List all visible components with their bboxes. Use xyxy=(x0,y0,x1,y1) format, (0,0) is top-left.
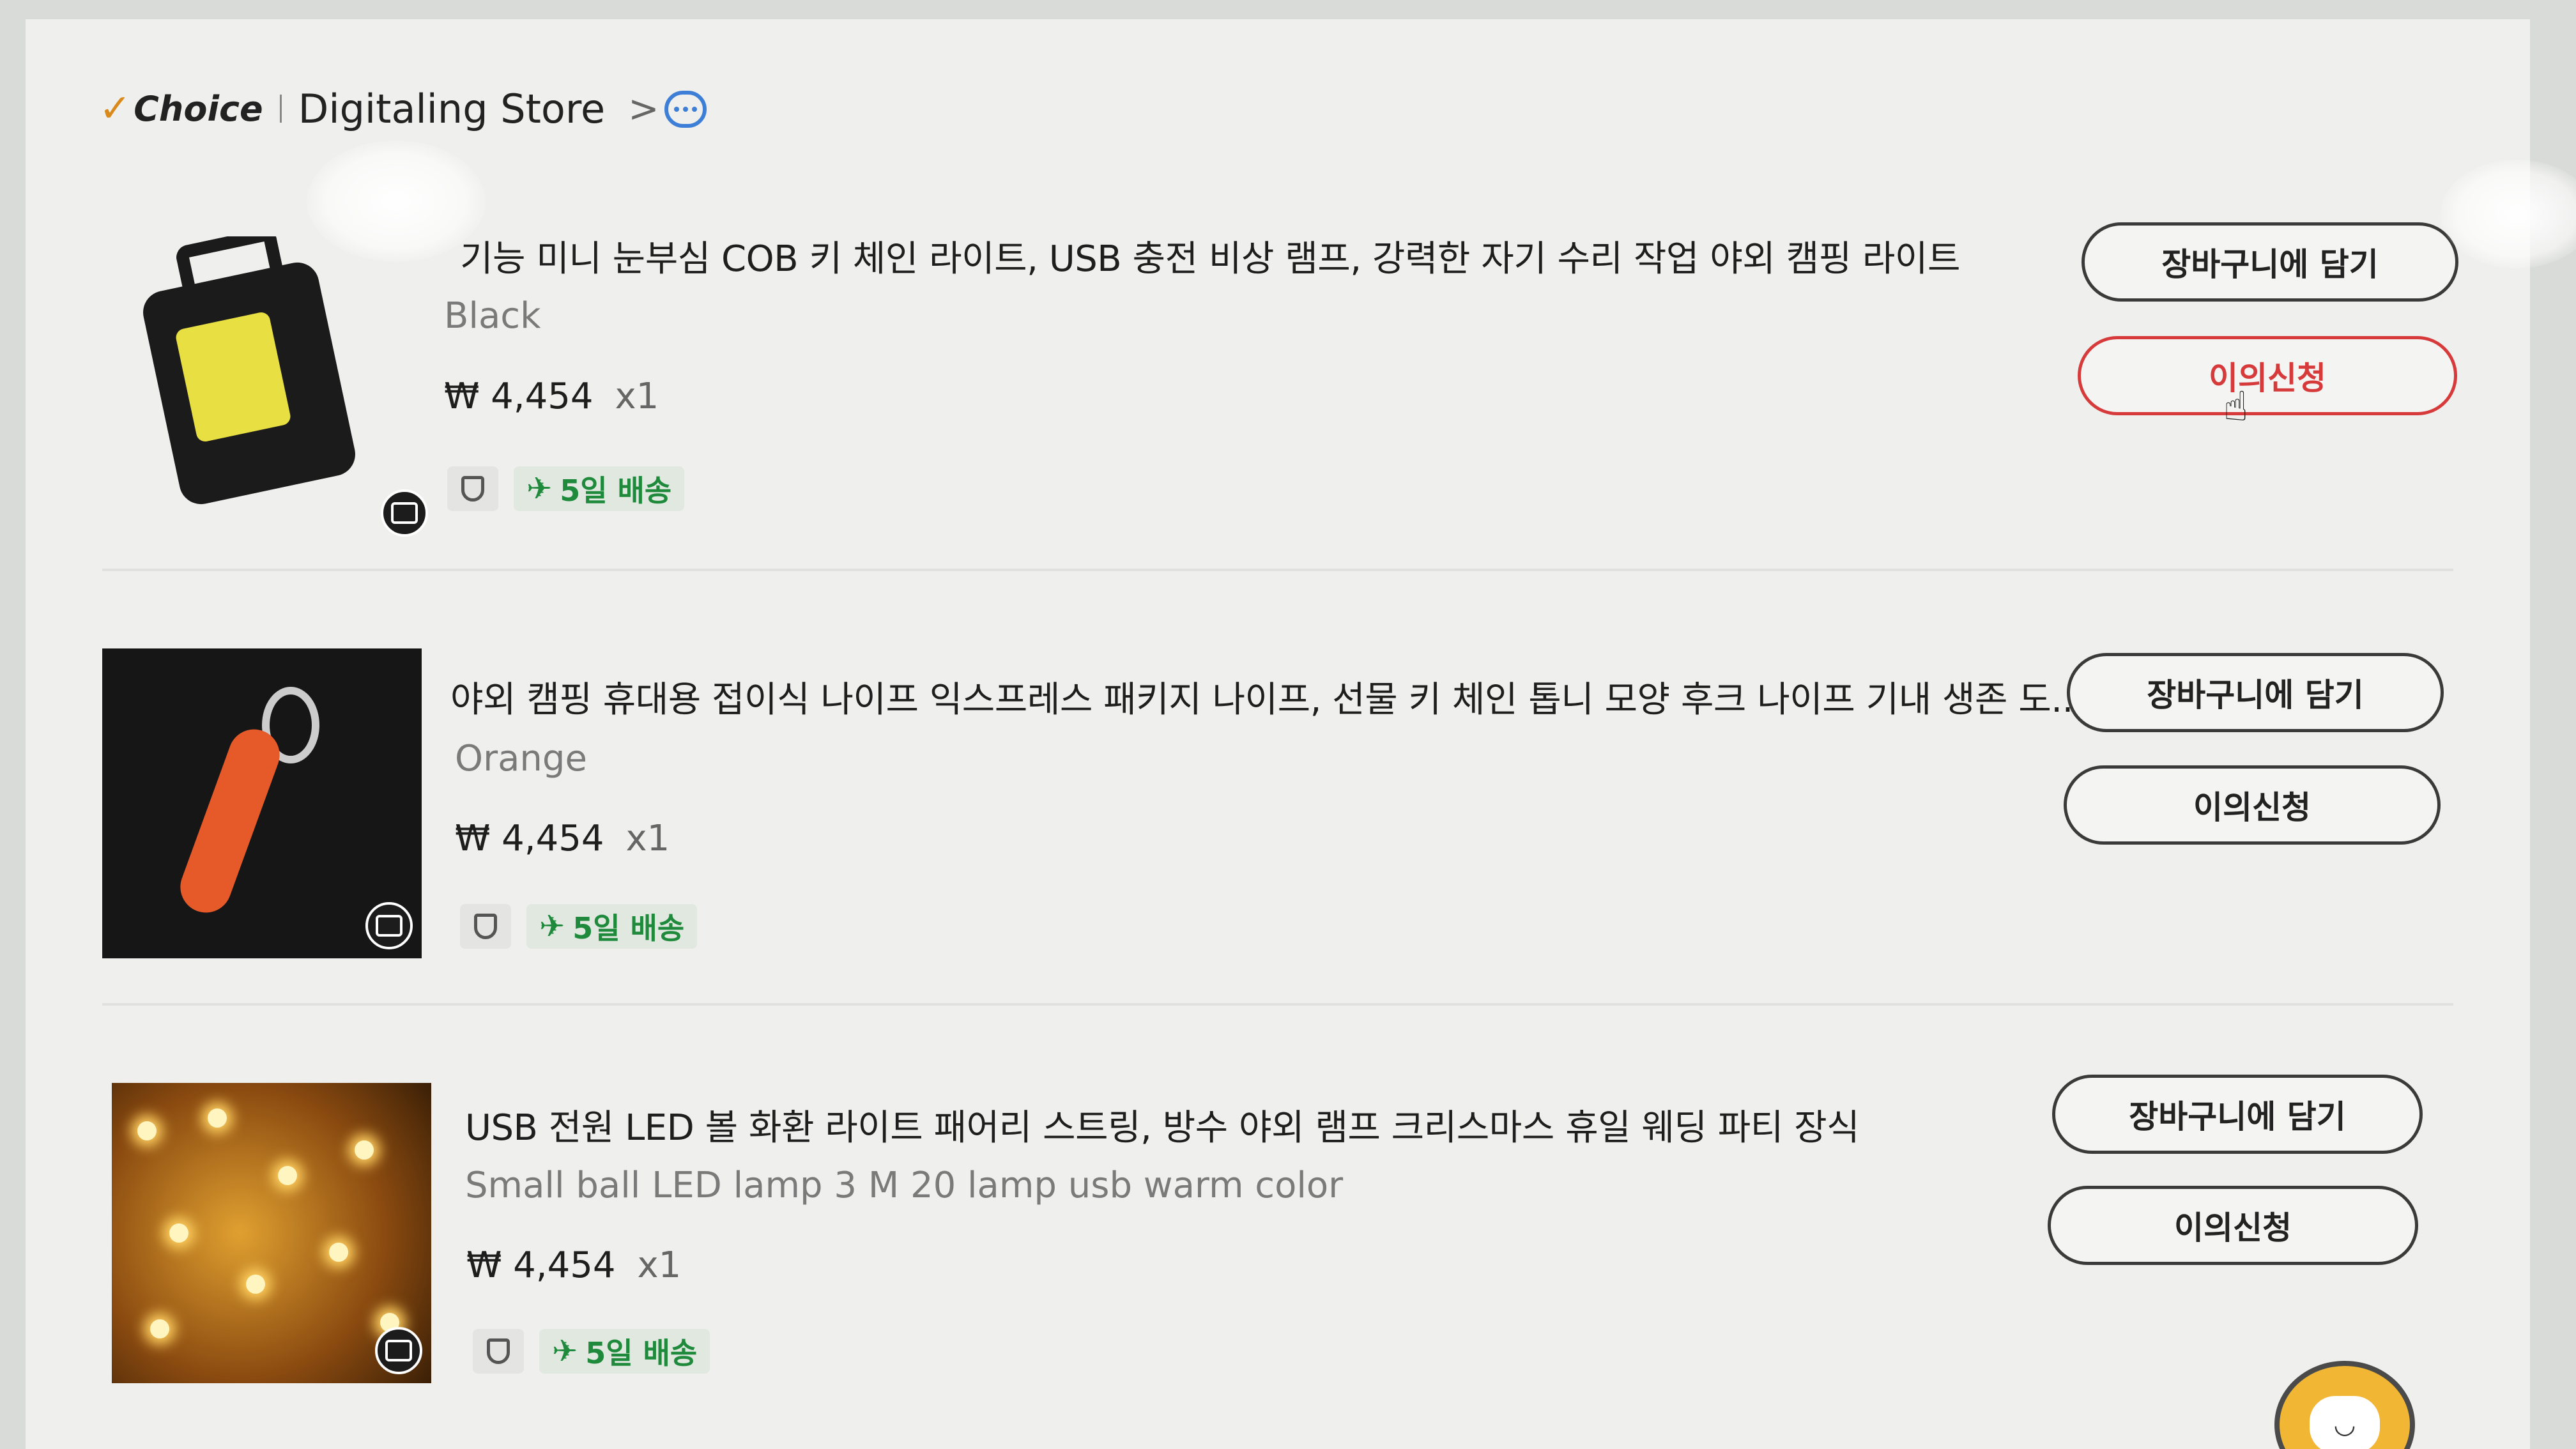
assistant-mascot-icon[interactable]: ◡ xyxy=(2274,1361,2415,1449)
dispute-button[interactable]: 이의신청 xyxy=(2078,336,2457,415)
knife-handle xyxy=(173,722,287,920)
quantity: x1 xyxy=(637,1245,682,1286)
product-variant: Small ball LED lamp 3 M 20 lamp usb warm… xyxy=(465,1165,1344,1206)
price-value: ₩ 4,454 xyxy=(444,376,594,417)
product-price: ₩ 4,454 x1 xyxy=(455,818,670,859)
product-thumbnail[interactable] xyxy=(102,648,422,958)
product-thumbnail[interactable] xyxy=(141,236,434,537)
shipping-label: 5일 배송 xyxy=(585,1336,698,1370)
shield-check-icon xyxy=(473,1329,524,1374)
price-value: ₩ 4,454 xyxy=(455,818,604,859)
shipping-badge: ✈ 5일 배송 xyxy=(526,904,698,949)
item-divider xyxy=(102,569,2453,571)
light-bulb xyxy=(137,1121,157,1140)
choice-label: Choice xyxy=(134,88,263,129)
badge-row: ✈ 5일 배송 xyxy=(473,1329,710,1374)
shield-check-icon xyxy=(447,466,498,511)
product-variant: Orange xyxy=(455,738,587,779)
store-header[interactable]: ✓ Choice Digitaling Store > xyxy=(99,80,659,137)
quantity: x1 xyxy=(625,818,670,859)
add-to-cart-button[interactable]: 장바구니에 담기 xyxy=(2052,1075,2423,1154)
product-variant: Black xyxy=(444,295,541,337)
choice-check-icon: ✓ xyxy=(99,86,132,131)
dispute-button[interactable]: 이의신청 xyxy=(2048,1186,2418,1265)
hand-pointer-icon: ☝ xyxy=(2223,383,2248,431)
airplane-icon: ✈ xyxy=(526,471,553,507)
store-name-link[interactable]: Digitaling Store xyxy=(298,86,606,132)
light-bulb xyxy=(278,1166,297,1185)
add-to-cart-button[interactable]: 장바구니에 담기 xyxy=(2067,653,2444,732)
light-bulb xyxy=(208,1108,227,1128)
quantity: x1 xyxy=(615,376,659,417)
camera-icon[interactable] xyxy=(375,1327,422,1374)
product-thumbnail[interactable] xyxy=(112,1083,431,1383)
badge-row: ✈ 5일 배송 xyxy=(447,466,685,511)
product-price: ₩ 4,454 x1 xyxy=(466,1245,681,1286)
light-bulb xyxy=(169,1223,188,1243)
light-bulb xyxy=(246,1275,265,1294)
shipping-badge: ✈ 5일 배송 xyxy=(514,466,685,511)
shipping-label: 5일 배송 xyxy=(572,911,685,946)
product-title[interactable]: 야외 캠핑 휴대용 접이식 나이프 익스프레스 패키지 나이프, 선물 키 체인… xyxy=(450,671,2085,723)
camera-icon[interactable] xyxy=(381,489,428,537)
add-to-cart-button[interactable]: 장바구니에 담기 xyxy=(2082,222,2458,302)
dispute-button[interactable]: 이의신청 xyxy=(2064,765,2441,845)
badge-row: ✈ 5일 배송 xyxy=(460,904,698,949)
item-divider xyxy=(102,1003,2453,1006)
airplane-icon: ✈ xyxy=(552,1333,578,1369)
shield-check-icon xyxy=(460,904,511,949)
airplane-icon: ✈ xyxy=(539,908,565,944)
shipping-badge: ✈ 5일 배송 xyxy=(539,1329,710,1374)
screen-glare xyxy=(307,141,486,262)
mascot-face: ◡ xyxy=(2310,1396,2380,1449)
product-price: ₩ 4,454 x1 xyxy=(444,376,659,417)
chat-bubble-icon[interactable] xyxy=(664,91,707,128)
header-divider xyxy=(279,95,282,123)
light-bulb xyxy=(150,1319,169,1338)
price-value: ₩ 4,454 xyxy=(466,1245,616,1286)
light-bulb xyxy=(355,1140,374,1160)
product-title[interactable]: 기능 미니 눈부심 COB 키 체인 라이트, USB 충전 비상 램프, 강력… xyxy=(460,230,1960,282)
shipping-label: 5일 배송 xyxy=(560,473,672,508)
camera-icon[interactable] xyxy=(365,902,413,949)
product-title[interactable]: USB 전원 LED 볼 화환 라이트 패어리 스트링, 방수 야외 램프 크리… xyxy=(465,1099,1860,1151)
chevron-right-icon[interactable]: > xyxy=(628,87,659,130)
light-bulb xyxy=(329,1243,348,1262)
